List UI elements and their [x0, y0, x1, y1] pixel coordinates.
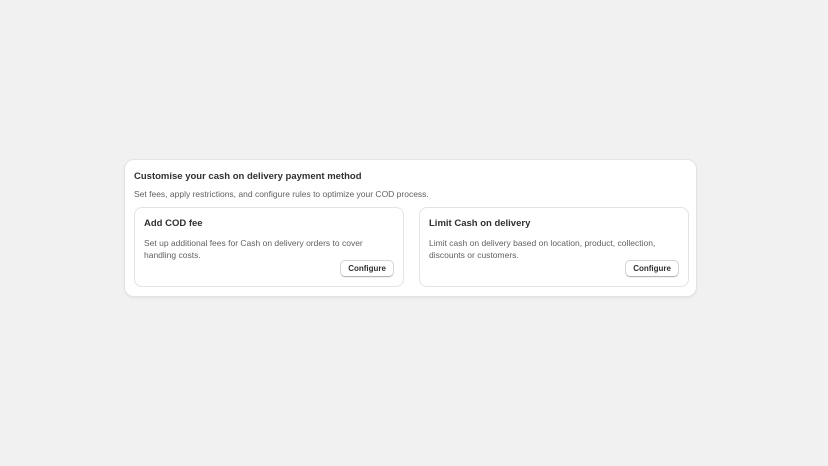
add-cod-fee-card: Add COD fee Set up additional fees for C…: [134, 207, 404, 287]
configure-cod-fee-button[interactable]: Configure: [340, 260, 394, 277]
configure-limit-cod-button[interactable]: Configure: [625, 260, 679, 277]
limit-cod-description: Limit cash on delivery based on location…: [429, 238, 656, 260]
limit-cod-title: Limit Cash on delivery: [429, 218, 531, 229]
section-title: Customise your cash on delivery payment …: [134, 171, 362, 182]
add-cod-fee-title: Add COD fee: [144, 218, 203, 229]
cod-settings-card: Customise your cash on delivery payment …: [124, 159, 697, 297]
option-cards: Add COD fee Set up additional fees for C…: [134, 207, 689, 287]
limit-cod-card: Limit Cash on delivery Limit cash on del…: [419, 207, 689, 287]
section-description: Set fees, apply restrictions, and config…: [134, 189, 429, 199]
add-cod-fee-description: Set up additional fees for Cash on deliv…: [144, 238, 363, 260]
